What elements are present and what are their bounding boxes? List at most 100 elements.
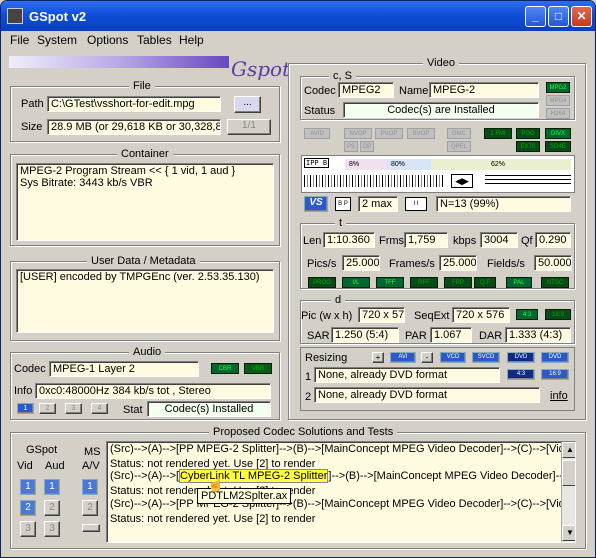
avid-indicator: AVID [304,128,330,139]
bvop-indicator: BVOP [407,128,435,139]
menu-help[interactable]: Help [179,33,204,47]
info-link[interactable]: info [550,390,568,402]
pic-field: 720 x 576 [358,307,405,323]
video-d-label: d [331,294,346,306]
audio-stat-field: Codec(s) Installed [147,401,271,417]
audio-stat-label: Stat [123,404,143,416]
ps-indicator: PS [344,141,358,152]
menu-options[interactable]: Options [87,33,128,47]
scroll-thumb[interactable] [562,460,575,486]
video-status-field: Codec(s) are Installed [343,102,539,118]
vertical-scrollbar[interactable]: ▲ ▼ [561,442,575,542]
app-icon [7,8,23,24]
resize-svcd-button[interactable]: SVCD [472,352,500,363]
gop-n-field: N=13 (99%) [436,196,571,212]
resize-minus-button[interactable]: - [421,352,433,363]
vid-test-3-button[interactable]: 3 [20,521,36,537]
dar-label: DAR [479,330,503,342]
resize-row1-16-9-button[interactable]: 16:9 [541,369,569,380]
chain-row-1[interactable]: (Src)-->(A)-->[PP MPEG-2 Splitter]-->(B)… [110,443,565,455]
menu-tables[interactable]: Tables [137,33,172,47]
aud-test-2-button[interactable]: 2 [44,500,60,516]
bar-i-percent: 8% [345,159,387,170]
par-label: PAR [405,330,427,342]
aud-test-3-button[interactable]: 3 [44,521,60,537]
pal-indicator: PAL [506,277,532,288]
rff-indicator: RFF [410,277,438,288]
video-name-label: Name [399,85,429,97]
status-row-3: Status: not rendered yet. Use [2] to ren… [110,513,316,525]
resize-dvd2-button[interactable]: DVD [541,352,569,363]
interlaced-indicator: I/L [342,277,370,288]
brand-gradient-strip [9,56,229,68]
main-window: GSpot v2 _ □ ✕ File System Options Table… [0,0,596,558]
gmc-indicator: GMC [447,128,471,139]
audio-info-label: Info [14,385,33,397]
dp-indicator: DP [360,141,374,152]
gop-slider-icon[interactable]: ◀▶ [451,174,473,188]
resize-plus-button[interactable]: + [372,352,384,363]
chain-row-2[interactable]: (Src)-->(A)-->[CyberLink TL MPEG-2 Split… [110,469,575,483]
container-group-label: Container [117,148,173,160]
av-label: A/V [82,460,100,472]
audio-info-field: 0xc0:48000Hz 384 kb/s tot , Stereo [35,383,271,399]
resize-avi-button[interactable]: AVI [390,352,416,363]
vid-test-2-button[interactable]: 2 [20,500,36,516]
video-status-label: Status [304,105,336,117]
scroll-down-icon[interactable]: ▼ [562,525,575,541]
scroll-up-icon[interactable]: ▲ [562,442,575,458]
qf-label: Qf [521,235,533,247]
maximize-button[interactable]: □ [548,6,569,27]
menu-system[interactable]: System [37,33,77,47]
vs-icon-button[interactable]: VS [304,196,328,212]
resize-vcd-button[interactable]: VCD [440,352,466,363]
qf-indicator: Q.F [474,277,496,288]
size-label: Size [21,121,43,133]
browse-button[interactable]: ... [234,96,261,113]
audio-stream-tab-3[interactable]: 3 [65,403,82,414]
ntsc-indicator: NTSC [541,277,569,288]
resize-dvd-button[interactable]: DVD [507,352,535,363]
path-field[interactable]: C:\GTest\vsshort-for-edit.mpg [47,96,221,112]
resize-row1-4-3-button[interactable]: 4:3 [507,369,535,380]
av-test-3-button[interactable] [82,524,100,532]
mpg4-indicator: MPG4 [546,95,570,106]
vid-test-1-button[interactable]: 1 [20,479,36,495]
proposed-chains-list: (Src)-->(A)-->[PP MPEG-2 Splitter]-->(B)… [106,441,576,543]
bp-icon: B P [335,197,351,211]
userdata-box: [USER] encoded by TMPGEnc (ver. 2.53.35.… [16,269,274,333]
bar-b-percent: 62% [431,159,571,170]
video-name-field: MPEG-2 [429,82,539,98]
gop-lines [485,175,571,187]
menu-file[interactable]: File [10,33,29,47]
chain-row-3[interactable]: (Src)-->(A)-->[PP MPEG-2 Splitter]-->(B)… [110,498,565,510]
ms-label: MS [84,446,101,458]
frame-type-label: IPP B [304,158,330,168]
mpg2-indicator: MPG2 [546,82,570,93]
close-button[interactable]: ✕ [571,6,592,27]
audio-stream-tab-2[interactable]: 2 [39,403,56,414]
title-bar[interactable]: GSpot v2 _ □ ✕ [1,1,595,31]
page-indicator[interactable]: 1/1 [227,119,271,135]
fmt-indicator: 1 FMt [484,128,512,139]
nvop-indicator: NVOP [344,128,372,139]
minimize-button[interactable]: _ [525,6,546,27]
av-test-1-button[interactable]: 1 [82,479,98,495]
audio-stream-tab-1[interactable]: 1 [17,403,34,414]
container-line2: Sys Bitrate: 3443 kb/s VBR [20,177,153,189]
vid-label: Vid [17,460,33,472]
audio-stream-tab-4[interactable]: 4 [91,403,108,414]
kbps-label: kbps [453,235,477,247]
kbps-field: 3004 [480,232,518,248]
resize-row2-field: None, already DVD format [314,387,540,403]
av-test-2-button[interactable]: 2 [82,500,98,516]
aud-test-1-button[interactable]: 1 [44,479,60,495]
audio-vbr-indicator: VBR [244,363,272,374]
resizing-label: Resizing [305,352,348,364]
dar-field: 1.333 (4:3) [505,327,571,343]
len-field: 1:10.360 [323,232,375,248]
pic-label: Pic (w x h) [301,310,353,322]
chain-row-2-highlight: CyberLink TL MPEG-2 Splitter [179,469,329,483]
sar-field: 1.250 (5:4) [331,327,399,343]
fields-field: 50.000 [534,255,572,271]
